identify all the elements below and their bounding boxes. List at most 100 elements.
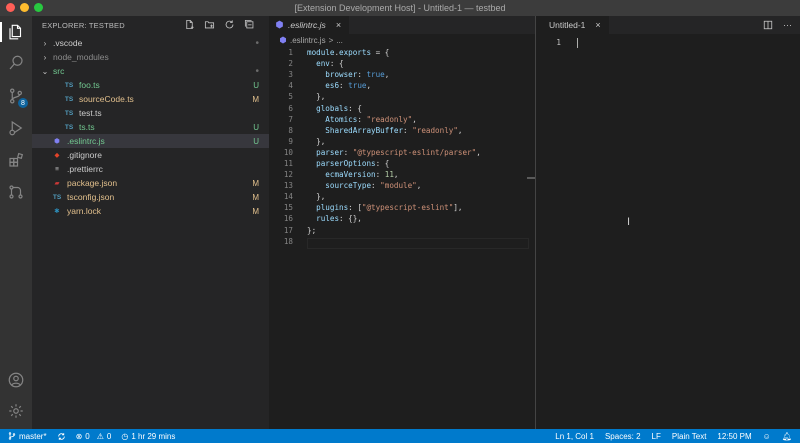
- code-token: },: [307, 136, 326, 146]
- line-number: 12: [283, 170, 293, 180]
- settings-gear-icon[interactable]: [6, 401, 26, 421]
- code-token: Atomics: [325, 114, 358, 124]
- tree-file[interactable]: ⬢ .eslintrc.js U: [32, 134, 269, 148]
- branch-indicator[interactable]: master*: [8, 432, 47, 441]
- code-token: },: [307, 192, 326, 202]
- tree-file[interactable]: ≡ .prettierrc: [32, 162, 269, 176]
- code-text: },: [307, 92, 325, 101]
- code-token: es6: [325, 81, 340, 91]
- tree-item-label: .vscode: [53, 38, 83, 48]
- tree-folder[interactable]: › node_modules: [32, 50, 269, 64]
- explorer-icon[interactable]: [0, 22, 26, 42]
- problems-indicator[interactable]: ⊗ 0 ⚠ 0: [76, 432, 112, 441]
- prettier-file-icon: ≡: [55, 165, 59, 173]
- git-status-badge: M: [252, 94, 259, 104]
- error-icon: ⊗: [75, 431, 83, 441]
- code-line: 11 parserOptions: {: [269, 158, 535, 169]
- git-status-badge: •: [255, 37, 259, 49]
- tree-folder[interactable]: ⌄ src •: [32, 64, 269, 78]
- split-editor-icon[interactable]: [763, 20, 773, 32]
- minimize-window-button[interactable]: [20, 3, 29, 12]
- line-number: 13: [283, 181, 293, 191]
- ts-file-icon: TS: [64, 109, 74, 117]
- breadcrumb-tail[interactable]: ...: [336, 36, 343, 45]
- tree-file[interactable]: TS test.ts: [32, 106, 269, 120]
- maximize-window-button[interactable]: [34, 3, 43, 12]
- code-line: 3 browser: true,: [269, 69, 535, 80]
- tab-label: .eslintrc.js: [288, 20, 326, 30]
- breadcrumb-file[interactable]: .eslintrc.js: [290, 36, 326, 45]
- search-icon[interactable]: [6, 53, 26, 73]
- code-token: :: [375, 170, 385, 180]
- tree-file[interactable]: TS foo.ts U: [32, 78, 269, 92]
- tab-eslintrc[interactable]: .eslintrc.js ×: [269, 16, 350, 34]
- line-number: 11: [283, 158, 293, 168]
- yarn-file-icon: ✱: [54, 208, 60, 215]
- clock-time: 12:50 PM: [717, 431, 752, 441]
- sync-icon[interactable]: [57, 432, 66, 441]
- tab-untitled-1[interactable]: Untitled-1 ×: [537, 16, 609, 34]
- editor-group-left: .eslintrc.js × .eslintrc.js > ... 1 modul…: [269, 16, 536, 429]
- code-token: ,: [393, 170, 399, 180]
- code-editor-left[interactable]: 1 module.exports = {2 env: {3 browser: tr…: [269, 47, 535, 247]
- close-tab-icon[interactable]: ×: [336, 20, 341, 30]
- tree-file[interactable]: TS tsconfig.json M: [32, 190, 269, 204]
- code-token: parser: [316, 147, 344, 157]
- tree-item-label: .eslintrc.js: [67, 136, 105, 146]
- code-token: sourceType: [325, 181, 372, 191]
- line-number: 15: [283, 203, 293, 213]
- git-status-badge: U: [253, 122, 259, 132]
- collapse-all-icon[interactable]: [244, 19, 255, 30]
- code-token: ecmaVersion: [325, 170, 376, 180]
- new-folder-icon[interactable]: [204, 19, 215, 30]
- language-mode[interactable]: Plain Text: [672, 432, 707, 441]
- feedback-icon[interactable]: ☺: [763, 432, 771, 441]
- tree-file[interactable]: TS sourceCode.ts M: [32, 92, 269, 106]
- line-number: 4: [288, 81, 293, 91]
- git-graph-icon[interactable]: [6, 182, 26, 202]
- notifications-bell-icon[interactable]: 🔔︎: [782, 432, 792, 441]
- breadcrumb-separator: >: [328, 36, 334, 45]
- account-icon[interactable]: [6, 370, 26, 390]
- code-text: SharedArrayBuffer: "readonly",: [307, 126, 462, 135]
- tree-item-label: .gitignore: [67, 150, 102, 160]
- line-ending[interactable]: LF: [652, 432, 661, 441]
- indentation[interactable]: Spaces: 2: [605, 432, 641, 441]
- source-control-icon[interactable]: 8: [6, 86, 28, 108]
- tree-file[interactable]: TS ts.ts U: [32, 120, 269, 134]
- run-debug-icon[interactable]: [6, 118, 26, 138]
- tree-file[interactable]: ◆ .gitignore: [32, 148, 269, 162]
- scrollbar-marker: [527, 177, 535, 179]
- cursor-position[interactable]: Ln 1, Col 1: [555, 432, 594, 441]
- git-status-badge: U: [253, 136, 259, 146]
- mouse-ibeam-icon: I: [627, 216, 631, 228]
- line-number: 18: [283, 236, 293, 246]
- line-number: 7: [288, 114, 293, 124]
- new-file-icon[interactable]: [184, 19, 195, 30]
- code-line: 8 SharedArrayBuffer: "readonly",: [269, 125, 535, 136]
- line-number: 5: [288, 92, 293, 102]
- time-tracker[interactable]: ◷ 1 hr 29 mins: [121, 432, 175, 441]
- close-tab-icon[interactable]: ×: [595, 20, 600, 30]
- code-token: ],: [453, 203, 463, 213]
- extensions-icon[interactable]: [6, 150, 26, 170]
- code-token: : {: [348, 103, 362, 113]
- tree-file[interactable]: ▰ package.json M: [32, 176, 269, 190]
- tab-label: Untitled-1: [549, 20, 586, 30]
- code-token: ,: [457, 125, 463, 135]
- close-window-button[interactable]: [6, 3, 15, 12]
- more-actions-icon[interactable]: ···: [783, 20, 792, 32]
- code-line: 14 },: [269, 191, 535, 202]
- warning-icon: ⚠: [96, 431, 104, 441]
- explorer-sidebar: EXPLORER: TESTBED › .vscode • › node_modules…: [32, 16, 269, 429]
- source-control-badge: 8: [18, 98, 28, 108]
- code-token: env: [316, 59, 330, 69]
- refresh-icon[interactable]: [224, 19, 235, 30]
- tree-folder[interactable]: › .vscode •: [32, 36, 269, 50]
- line-number: 1: [556, 38, 561, 48]
- code-token: },: [307, 92, 326, 102]
- code-token: = {: [371, 48, 390, 58]
- code-line: 16 rules: {},: [269, 213, 535, 224]
- tree-file[interactable]: ✱ yarn.lock M: [32, 204, 269, 218]
